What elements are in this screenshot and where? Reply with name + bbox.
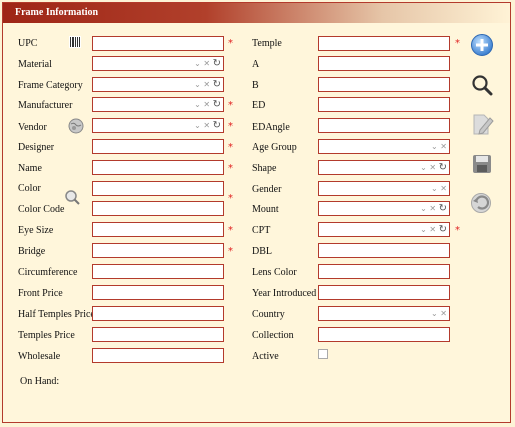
name-input[interactable] bbox=[92, 160, 224, 175]
globe-icon[interactable] bbox=[68, 118, 84, 137]
half-temples-price-input[interactable] bbox=[92, 306, 224, 321]
circumference-label: Circumference bbox=[18, 267, 78, 278]
color-required-mark: * bbox=[228, 193, 233, 204]
year-introduced-input[interactable] bbox=[318, 285, 450, 300]
frame-category-select-controls[interactable]: ⌄ ✕ ↻ bbox=[194, 78, 221, 92]
active-checkbox[interactable] bbox=[318, 349, 328, 359]
a-input[interactable] bbox=[318, 56, 450, 71]
bridge-input[interactable] bbox=[92, 243, 224, 258]
age-group-label: Age Group bbox=[252, 142, 297, 153]
shape-select-controls[interactable]: ⌄ ✕ ↻ bbox=[420, 161, 447, 175]
manufacturer-required-mark: * bbox=[228, 100, 233, 111]
ed-angle-input[interactable] bbox=[318, 118, 450, 133]
year-introduced-label: Year Introduced bbox=[252, 288, 317, 299]
manufacturer-label: Manufacturer bbox=[18, 100, 73, 111]
circumference-input[interactable] bbox=[92, 264, 224, 279]
manufacturer-select-controls[interactable]: ⌄ ✕ ↻ bbox=[194, 98, 221, 112]
bridge-label: Bridge bbox=[18, 246, 46, 257]
dbl-input[interactable] bbox=[318, 243, 450, 258]
edit-icon[interactable] bbox=[472, 112, 494, 139]
age-group-select-controls[interactable]: ⌄ ✕ bbox=[431, 140, 447, 154]
half-temples-price-label: Half Temples Price bbox=[18, 309, 95, 320]
ed-label: ED bbox=[252, 100, 266, 111]
country-select-controls[interactable]: ⌄ ✕ bbox=[431, 307, 447, 321]
barcode-icon[interactable] bbox=[69, 36, 81, 51]
manufacturer-select[interactable]: ⌄ ✕ ↻ bbox=[92, 97, 224, 112]
material-label: Material bbox=[18, 59, 52, 70]
add-icon[interactable] bbox=[470, 33, 494, 60]
mount-label: Mount bbox=[252, 204, 279, 215]
color-input[interactable] bbox=[92, 181, 224, 196]
designer-label: Designer bbox=[18, 142, 55, 153]
search-icon[interactable] bbox=[471, 74, 493, 99]
mount-select-controls[interactable]: ⌄ ✕ ↻ bbox=[420, 202, 447, 216]
temples-price-input[interactable] bbox=[92, 327, 224, 342]
country-label: Country bbox=[252, 309, 285, 320]
temple-input[interactable] bbox=[318, 36, 450, 51]
wholesale-input[interactable] bbox=[92, 348, 224, 363]
designer-required-mark: * bbox=[228, 142, 233, 153]
mount-select[interactable]: ⌄ ✕ ↻ bbox=[318, 201, 450, 216]
undo-icon[interactable] bbox=[470, 192, 492, 217]
panel-title: Frame Information bbox=[15, 7, 99, 18]
temple-label: Temple bbox=[252, 38, 282, 49]
color-code-label: Color Code bbox=[18, 204, 65, 215]
active-label: Active bbox=[252, 351, 279, 362]
shape-select[interactable]: ⌄ ✕ ↻ bbox=[318, 160, 450, 175]
front-price-input[interactable] bbox=[92, 285, 224, 300]
a-label: A bbox=[252, 59, 260, 70]
frame-category-select[interactable]: ⌄ ✕ ↻ bbox=[92, 77, 224, 92]
temples-price-label: Temples Price bbox=[18, 330, 75, 341]
panel-header: Frame Information bbox=[3, 3, 510, 23]
b-label: B bbox=[252, 80, 259, 91]
age-group-select[interactable]: ⌄ ✕ bbox=[318, 139, 450, 154]
cpt-label: CPT bbox=[252, 225, 271, 236]
collection-label: Collection bbox=[252, 330, 294, 341]
cpt-select-controls[interactable]: ⌄ ✕ ↻ bbox=[420, 223, 447, 237]
gender-select-controls[interactable]: ⌄ ✕ bbox=[431, 182, 447, 196]
material-select[interactable]: ⌄ ✕ ↻ bbox=[92, 56, 224, 71]
wholesale-label: Wholesale bbox=[18, 351, 61, 362]
cpt-required-mark: * bbox=[455, 225, 460, 236]
material-select-controls[interactable]: ⌄ ✕ ↻ bbox=[194, 57, 221, 71]
ed-input[interactable] bbox=[318, 97, 450, 112]
name-required-mark: * bbox=[228, 163, 233, 174]
shape-label: Shape bbox=[252, 163, 277, 174]
upc-required-mark: * bbox=[228, 38, 233, 49]
eye-size-label: Eye Size bbox=[18, 225, 54, 236]
dbl-label: DBL bbox=[252, 246, 272, 257]
vendor-select-controls[interactable]: ⌄ ✕ ↻ bbox=[194, 119, 221, 133]
cpt-select[interactable]: ⌄ ✕ ↻ bbox=[318, 222, 450, 237]
gender-label: Gender bbox=[252, 184, 282, 195]
frame-category-label: Frame Category bbox=[18, 80, 83, 91]
bridge-required-mark: * bbox=[228, 246, 233, 257]
front-price-label: Front Price bbox=[18, 288, 63, 299]
ed-angle-label: EDAngle bbox=[252, 122, 290, 133]
magnifier-icon[interactable] bbox=[64, 189, 80, 208]
temple-required-mark: * bbox=[455, 38, 460, 49]
country-select[interactable]: ⌄ ✕ bbox=[318, 306, 450, 321]
upc-label: UPC bbox=[18, 38, 38, 49]
eye-size-input[interactable] bbox=[92, 222, 224, 237]
collection-input[interactable] bbox=[318, 327, 450, 342]
color-label: Color bbox=[18, 183, 41, 194]
lens-color-input[interactable] bbox=[318, 264, 450, 279]
name-label: Name bbox=[18, 163, 42, 174]
designer-input[interactable] bbox=[92, 139, 224, 154]
upc-input[interactable] bbox=[92, 36, 224, 51]
lens-color-label: Lens Color bbox=[252, 267, 297, 278]
on-hand-label: On Hand: bbox=[20, 376, 60, 387]
vendor-required-mark: * bbox=[228, 121, 233, 132]
vendor-select[interactable]: ⌄ ✕ ↻ bbox=[92, 118, 224, 133]
b-input[interactable] bbox=[318, 77, 450, 92]
color-code-input[interactable] bbox=[92, 201, 224, 216]
eye-size-required-mark: * bbox=[228, 225, 233, 236]
gender-select[interactable]: ⌄ ✕ bbox=[318, 181, 450, 196]
save-icon[interactable] bbox=[472, 154, 492, 177]
vendor-label: Vendor bbox=[18, 122, 47, 133]
